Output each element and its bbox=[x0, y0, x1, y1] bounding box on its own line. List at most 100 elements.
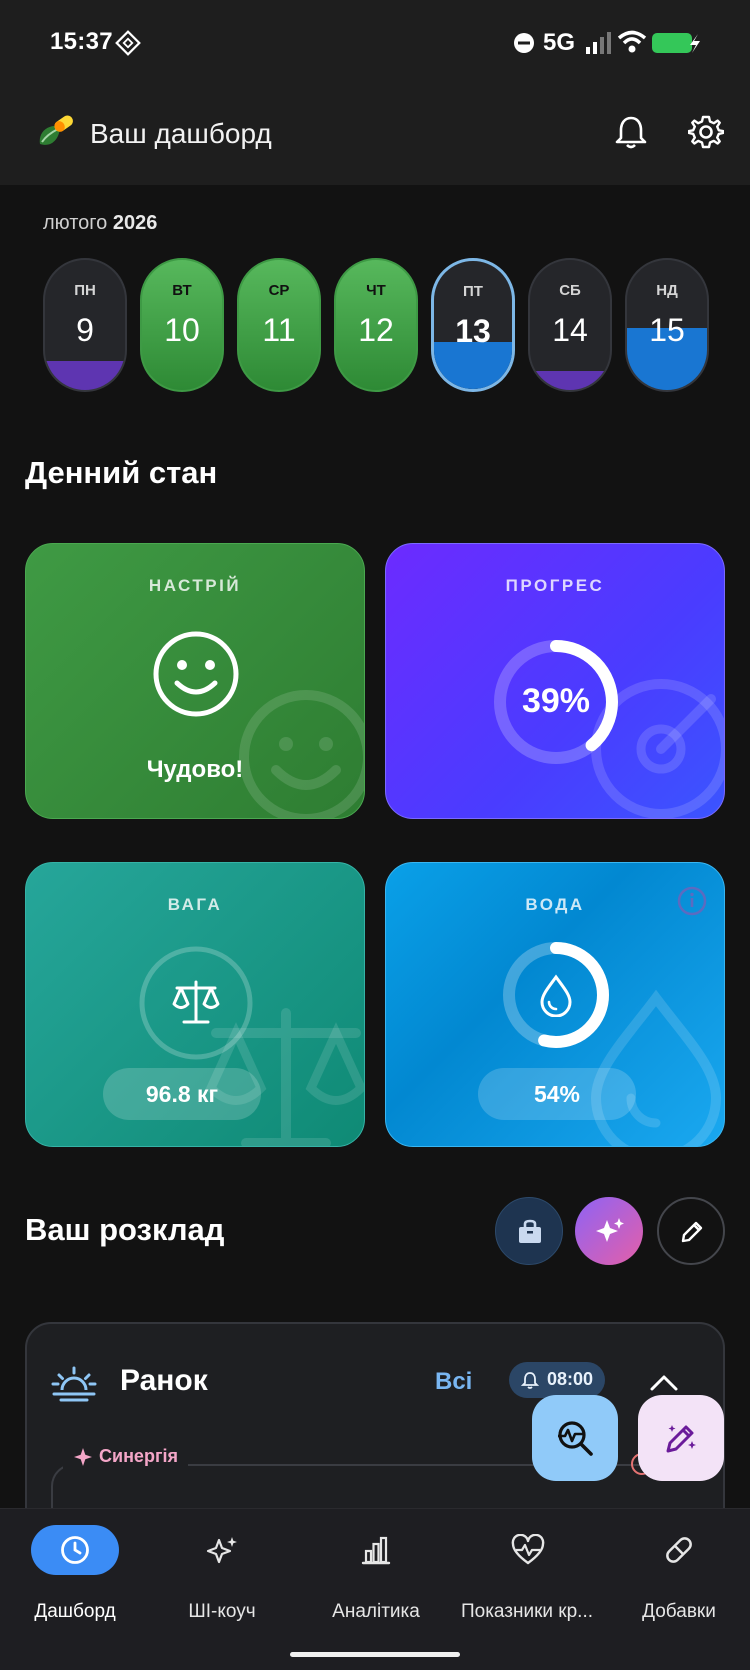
day-date: 11 bbox=[262, 312, 296, 348]
bar-chart-icon bbox=[361, 1536, 391, 1565]
calendar-month-label: лютого 2026 bbox=[43, 212, 157, 235]
calendar-year: 2026 bbox=[112, 212, 158, 234]
wifi-icon bbox=[617, 30, 647, 53]
ai-suggest-button[interactable] bbox=[575, 1197, 643, 1265]
day-date: 12 bbox=[358, 312, 394, 348]
day-progress-fill bbox=[45, 361, 125, 390]
mood-label: НАСТРІЙ bbox=[148, 576, 242, 595]
nav-dashboard-icon-pill bbox=[31, 1525, 119, 1575]
mood-value: Чудово! bbox=[146, 756, 244, 783]
signal-icon bbox=[586, 32, 611, 54]
nav-label: Дашборд bbox=[34, 1601, 116, 1622]
network-type: 5G bbox=[543, 29, 576, 56]
day-name: СР bbox=[268, 282, 290, 299]
do-not-disturb-icon bbox=[514, 33, 534, 53]
day-date: 10 bbox=[164, 312, 200, 348]
pill-icon bbox=[666, 1537, 692, 1563]
water-drop-icon bbox=[540, 974, 572, 1017]
day-pill-fri-selected[interactable]: ПТ 13 bbox=[431, 258, 515, 392]
chevron-up-icon[interactable] bbox=[649, 1372, 679, 1392]
sparkles-icon bbox=[206, 1537, 237, 1564]
settings-gear-icon[interactable] bbox=[688, 114, 724, 150]
schedule-title: Ваш розклад bbox=[25, 1212, 225, 1247]
app-logo-icon bbox=[39, 115, 73, 145]
nav-analytics[interactable]: Аналітика bbox=[301, 1525, 451, 1622]
day-name: ЧТ bbox=[366, 282, 386, 299]
day-pill-sat[interactable]: СБ 14 bbox=[528, 258, 612, 392]
nav-label: Показники кр... bbox=[460, 1601, 594, 1622]
day-date: 14 bbox=[552, 312, 588, 348]
water-value: 54% bbox=[478, 1068, 636, 1120]
magnifier-pulse-icon bbox=[558, 1421, 593, 1456]
nav-supplements[interactable]: Добавки bbox=[604, 1525, 750, 1622]
bottom-navigation: Дашборд ШІ-коуч Аналітика Показники кр..… bbox=[0, 1508, 750, 1670]
nav-dashboard[interactable]: Дашборд bbox=[0, 1525, 150, 1622]
schedule-period: Ранок bbox=[120, 1364, 208, 1397]
nav-blood-metrics-icon-pill bbox=[483, 1525, 571, 1575]
progress-percent: 39% bbox=[521, 682, 591, 720]
nav-label: ШІ-коуч bbox=[188, 1601, 256, 1622]
nav-ai-coach[interactable]: ШІ-коуч bbox=[147, 1525, 297, 1622]
sunrise-icon bbox=[51, 1366, 97, 1402]
edit-schedule-button[interactable] bbox=[657, 1197, 725, 1265]
water-card[interactable]: ВОДА 54% bbox=[385, 862, 725, 1147]
reminder-time: 08:00 bbox=[547, 1369, 594, 1389]
weight-value: 96.8 кг bbox=[103, 1068, 261, 1120]
clock-icon bbox=[61, 1536, 89, 1564]
nav-blood-metrics[interactable]: Показники кр... bbox=[452, 1525, 602, 1622]
synergy-tag: Синергія bbox=[63, 1442, 188, 1472]
mood-card[interactable]: НАСТРІЙ Чудово! bbox=[25, 543, 365, 819]
nav-supplements-icon-pill bbox=[635, 1525, 723, 1575]
scan-analysis-fab[interactable] bbox=[532, 1395, 618, 1481]
day-date: 9 bbox=[76, 312, 94, 348]
day-name: СБ bbox=[559, 282, 581, 299]
balance-scale-icon bbox=[172, 980, 220, 1024]
day-progress-fill bbox=[530, 370, 610, 390]
nav-label: Добавки bbox=[642, 1601, 716, 1622]
weight-label: ВАГА bbox=[167, 895, 223, 914]
notifications-bell-icon[interactable] bbox=[614, 114, 648, 150]
shop-button[interactable] bbox=[495, 1197, 563, 1265]
day-pill-tue[interactable]: ВТ 10 bbox=[140, 258, 224, 392]
pencil-icon bbox=[681, 1221, 703, 1243]
status-bar: 15:37 5G bbox=[0, 0, 750, 90]
day-date: 15 bbox=[649, 312, 685, 348]
day-pill-sun[interactable]: НД 15 bbox=[625, 258, 709, 392]
shopping-bag-icon bbox=[519, 1219, 541, 1243]
day-date: 13 bbox=[455, 313, 491, 349]
day-pill-mon[interactable]: ПН 9 bbox=[43, 258, 127, 392]
day-name: ПТ bbox=[463, 283, 483, 300]
smiley-watermark-icon bbox=[239, 690, 364, 818]
week-day-strip: ПН 9 ВТ 10 СР 11 ЧТ 12 ПТ 13 СБ 14 НД 15 bbox=[43, 258, 713, 394]
water-label: ВОДА bbox=[525, 895, 585, 914]
day-name: НД bbox=[656, 282, 678, 299]
sparkle-icon bbox=[74, 1448, 92, 1466]
smiley-face-icon bbox=[153, 631, 239, 717]
daily-state-title: Денний стан bbox=[25, 455, 218, 490]
app-bar: Ваш дашборд bbox=[0, 90, 750, 185]
reminder-time-chip[interactable]: 08:00 bbox=[509, 1362, 605, 1398]
day-pill-thu[interactable]: ЧТ 12 bbox=[334, 258, 418, 392]
nav-label: Аналітика bbox=[332, 1601, 420, 1622]
info-icon[interactable] bbox=[676, 885, 708, 917]
weight-card[interactable]: ВАГА 96.8 кг bbox=[25, 862, 365, 1147]
calendar-month: лютого bbox=[43, 212, 108, 234]
pencil-sparkle-icon bbox=[666, 1425, 696, 1453]
sparkles-icon bbox=[596, 1218, 624, 1242]
journal-entry-fab[interactable] bbox=[638, 1395, 724, 1481]
day-name: ПН bbox=[74, 282, 96, 299]
show-all-link[interactable]: Всі bbox=[435, 1368, 472, 1396]
nav-ai-coach-icon-pill bbox=[178, 1525, 266, 1575]
page-title: Ваш дашборд bbox=[90, 118, 272, 149]
status-time: 15:37 bbox=[50, 28, 113, 55]
battery-charging-icon bbox=[652, 33, 700, 53]
home-indicator[interactable] bbox=[290, 1652, 460, 1657]
day-name: ВТ bbox=[172, 282, 192, 299]
synergy-label: Синергія bbox=[99, 1446, 178, 1466]
app-notification-icon bbox=[115, 30, 141, 56]
heart-pulse-icon bbox=[511, 1534, 545, 1565]
bell-icon bbox=[521, 1372, 539, 1389]
progress-label: ПРОГРЕС bbox=[505, 576, 605, 595]
day-pill-wed[interactable]: СР 11 bbox=[237, 258, 321, 392]
progress-card[interactable]: ПРОГРЕС 39% bbox=[385, 543, 725, 819]
